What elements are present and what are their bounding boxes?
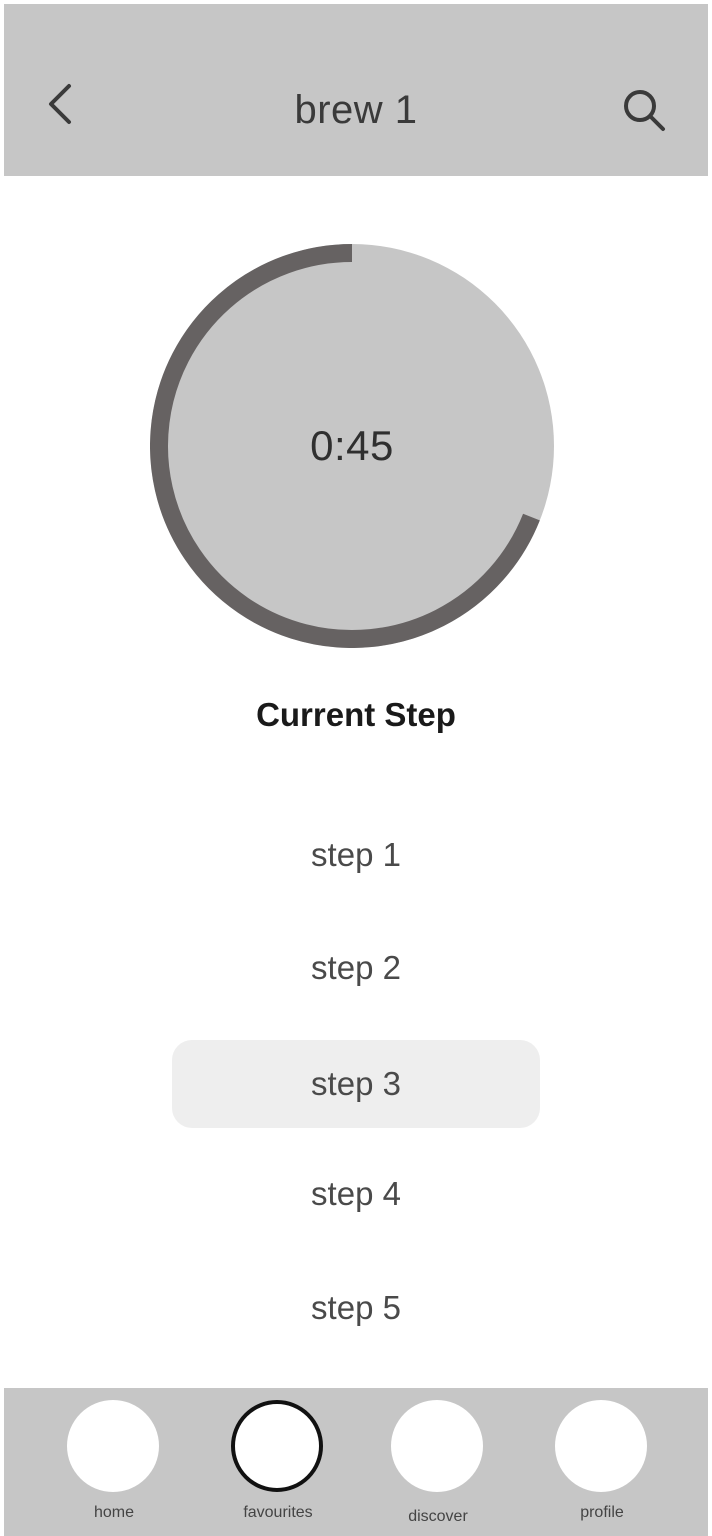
favourites-icon bbox=[231, 1400, 323, 1492]
search-icon bbox=[620, 86, 668, 139]
nav-label-discover: discover bbox=[408, 1508, 468, 1525]
nav-label-favourites: favourites bbox=[243, 1504, 313, 1521]
step-item-4[interactable]: step 4 bbox=[172, 1150, 540, 1238]
step-item-2[interactable]: step 2 bbox=[172, 924, 540, 1012]
nav-item-home[interactable]: home bbox=[49, 1388, 179, 1536]
timer-time: 0:45 bbox=[310, 422, 394, 469]
discover-icon bbox=[391, 1400, 483, 1492]
profile-icon bbox=[555, 1400, 647, 1492]
top-bar: brew 1 bbox=[4, 4, 708, 176]
step-item-3[interactable]: step 3 bbox=[172, 1040, 540, 1128]
nav-item-discover[interactable]: discover bbox=[373, 1388, 503, 1536]
step-label: step 1 bbox=[311, 836, 401, 873]
nav-item-favourites[interactable]: favourites bbox=[213, 1388, 343, 1536]
bottom-nav: home favourites discover profile bbox=[4, 1388, 708, 1536]
brew-timer: 0:45 bbox=[150, 244, 554, 648]
step-item-1[interactable]: step 1 bbox=[172, 811, 540, 899]
search-button[interactable] bbox=[612, 80, 676, 144]
step-label: step 5 bbox=[311, 1289, 401, 1326]
step-label: step 4 bbox=[311, 1175, 401, 1212]
nav-label-profile: profile bbox=[580, 1504, 624, 1521]
nav-item-profile[interactable]: profile bbox=[537, 1388, 667, 1536]
nav-label-home: home bbox=[93, 1504, 135, 1521]
app-screen: brew 1 0:45 Current Step step 1 step 2 s… bbox=[0, 0, 712, 1536]
current-step-heading: Current Step bbox=[256, 696, 456, 733]
page-title: brew 1 bbox=[294, 88, 418, 132]
step-label: step 3 bbox=[311, 1065, 401, 1102]
step-label: step 2 bbox=[311, 949, 401, 986]
home-icon bbox=[67, 1400, 159, 1492]
step-item-5[interactable]: step 5 bbox=[172, 1264, 540, 1352]
